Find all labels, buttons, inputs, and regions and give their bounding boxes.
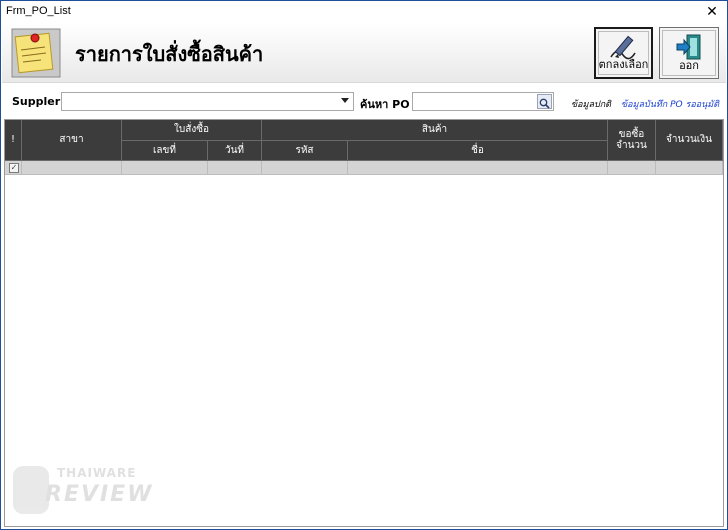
row-amount-cell[interactable] (656, 161, 723, 175)
row-checkbox[interactable]: ✓ (9, 163, 19, 173)
search-button[interactable] (537, 94, 552, 109)
row-product-name-cell[interactable] (348, 161, 608, 175)
app-window: Frm_PO_List ✕ รายการใบสั่งซื้อสินค้า ตกล… (0, 0, 728, 530)
header-amount[interactable]: จำนวนเงิน (656, 120, 723, 161)
header-po-group: ใบสั่งซื้อ (122, 120, 262, 141)
header-product-name[interactable]: ชื่อ (348, 141, 608, 161)
header-product-group: สินค้า (262, 120, 608, 141)
basic-data-link[interactable]: ข้อมูลปกติ (571, 97, 611, 111)
header-po-date[interactable]: วันที่ (208, 141, 262, 161)
form-header: รายการใบสั่งซื้อสินค้า ตกลงเลือก ออก (2, 23, 726, 83)
window-title: Frm_PO_List (6, 5, 71, 17)
title-bar: Frm_PO_List ✕ (1, 1, 727, 23)
header-product-code[interactable]: รหัส (262, 141, 348, 161)
pending-po-link[interactable]: ข้อมูลบันทึก PO รออนุมัติ (621, 97, 719, 111)
chevron-down-icon[interactable] (341, 98, 349, 103)
header-mark: ! (5, 120, 22, 161)
confirm-select-label: ตกลงเลือก (598, 58, 649, 71)
sticky-note-icon (11, 28, 61, 78)
row-order-qty-cell[interactable] (608, 161, 656, 175)
supplier-label: Suppler (12, 95, 61, 108)
supplier-dropdown[interactable] (61, 92, 354, 111)
close-icon[interactable]: ✕ (701, 2, 723, 22)
po-search-label: ค้นหา PO (360, 98, 410, 111)
watermark-brand: THAIWARE (57, 466, 137, 480)
watermark-word: REVIEW (45, 482, 154, 507)
confirm-select-button[interactable]: ตกลงเลือก (594, 27, 653, 79)
watermark-logo-icon (13, 466, 49, 514)
search-icon (539, 98, 550, 109)
page-title: รายการใบสั่งซื้อสินค้า (75, 42, 264, 66)
header-order-qty[interactable]: ขอซื้อ จำนวน (608, 120, 656, 161)
watermark: THAIWARE REVIEW (9, 456, 189, 526)
header-branch[interactable]: สาขา (22, 120, 122, 161)
row-po-number-cell[interactable] (122, 161, 208, 175)
filter-row: Suppler ค้นหา PO ข้อมูลปกติ ข้อมูลบันทึก… (2, 87, 726, 115)
row-product-code-cell[interactable] (262, 161, 348, 175)
exit-label: ออก (679, 59, 699, 72)
header-po-number[interactable]: เลขที่ (122, 141, 208, 161)
row-branch-cell[interactable] (22, 161, 122, 175)
po-search-input[interactable] (412, 92, 554, 111)
row-po-date-cell[interactable] (208, 161, 262, 175)
exit-button[interactable]: ออก (659, 27, 719, 79)
